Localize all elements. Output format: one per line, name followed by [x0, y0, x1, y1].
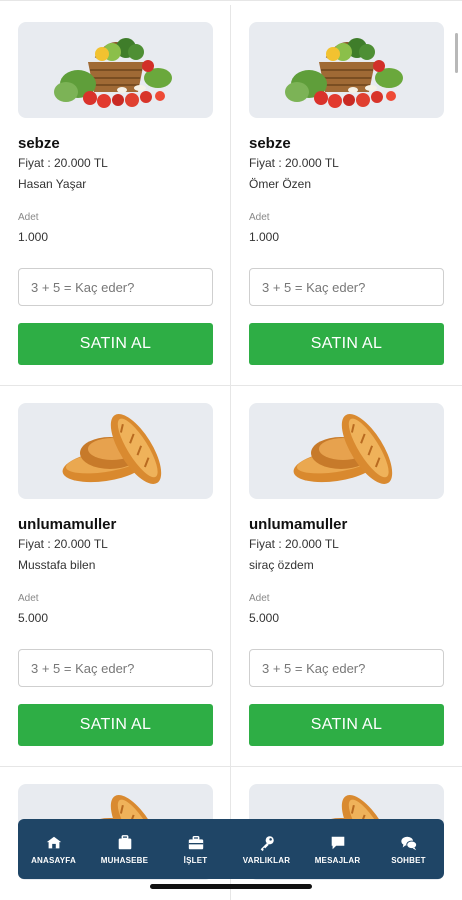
- product-title: sebze: [18, 135, 60, 152]
- quantity-value: 1.000: [249, 230, 280, 244]
- quantity-label: Adet: [249, 593, 270, 604]
- buy-button[interactable]: SATIN AL: [18, 704, 213, 746]
- nav-item-varliklar[interactable]: VARLIKLAR: [232, 823, 302, 875]
- product-price: Fiyat : 20.000 TL: [18, 537, 108, 551]
- captcha-input[interactable]: [18, 268, 213, 306]
- product-title: unlumamuller: [18, 516, 117, 533]
- message-icon: [331, 836, 344, 849]
- nav-label: ANASAYFA: [31, 855, 76, 865]
- home-icon: [46, 836, 61, 848]
- quantity-label: Adet: [18, 593, 39, 604]
- nav-label: MUHASEBE: [100, 855, 149, 865]
- product-image-vegetables: [18, 22, 213, 118]
- captcha-input[interactable]: [249, 268, 444, 306]
- product-seller: Ömer Özen: [249, 177, 312, 191]
- nav-item-anasayfa[interactable]: ANASAYFA: [19, 823, 89, 875]
- quantity-label: Adet: [18, 212, 39, 223]
- chat-bubbles-icon: [400, 836, 417, 850]
- product-card: sebze Fiyat : 20.000 TL Ömer Özen Adet 1…: [231, 5, 462, 386]
- suitcase-icon: [188, 835, 203, 849]
- divider: [0, 0, 462, 1]
- product-seller: Hasan Yaşar: [18, 177, 87, 191]
- product-title: sebze: [249, 135, 291, 152]
- product-price: Fiyat : 20.000 TL: [249, 537, 339, 551]
- nav-item-islet[interactable]: İŞLET: [161, 823, 231, 875]
- product-image-bread: [249, 403, 444, 499]
- product-card: unlumamuller Fiyat : 20.000 TL Musstafa …: [0, 386, 231, 767]
- home-indicator[interactable]: [150, 884, 312, 889]
- briefcase-icon: [118, 834, 131, 849]
- captcha-input[interactable]: [18, 649, 213, 687]
- product-grid: sebze Fiyat : 20.000 TL Hasan Yaşar Adet…: [0, 0, 462, 900]
- product-seller: siraç özdem: [249, 558, 314, 572]
- captcha-input[interactable]: [249, 649, 444, 687]
- nav-label: MESAJLAR: [314, 855, 361, 865]
- product-price: Fiyat : 20.000 TL: [249, 156, 339, 170]
- quantity-value: 5.000: [18, 611, 49, 625]
- bottom-navigation: ANASAYFA MUHASEBE İŞLET VARLIKLAR MESAJL…: [18, 819, 444, 879]
- quantity-label: Adet: [249, 212, 270, 223]
- buy-button[interactable]: SATIN AL: [249, 704, 444, 746]
- nav-label: SOHBET: [391, 855, 426, 865]
- product-image-bread: [18, 403, 213, 499]
- nav-label: İŞLET: [183, 855, 208, 865]
- buy-button[interactable]: SATIN AL: [18, 323, 213, 365]
- product-title: unlumamuller: [249, 516, 348, 533]
- nav-item-muhasebe[interactable]: MUHASEBE: [90, 823, 160, 875]
- quantity-value: 1.000: [18, 230, 49, 244]
- buy-button[interactable]: SATIN AL: [249, 323, 444, 365]
- quantity-value: 5.000: [249, 611, 280, 625]
- scrollbar[interactable]: [455, 33, 458, 73]
- nav-label: VARLIKLAR: [242, 855, 291, 865]
- nav-item-sohbet[interactable]: SOHBET: [374, 823, 444, 875]
- product-image-vegetables: [249, 22, 444, 118]
- product-card: unlumamuller Fiyat : 20.000 TL siraç özd…: [231, 386, 462, 767]
- key-icon: [260, 835, 274, 851]
- product-price: Fiyat : 20.000 TL: [18, 156, 108, 170]
- product-seller: Musstafa bilen: [18, 558, 96, 572]
- product-card: sebze Fiyat : 20.000 TL Hasan Yaşar Adet…: [0, 5, 231, 386]
- nav-item-mesajlar[interactable]: MESAJLAR: [303, 823, 373, 875]
